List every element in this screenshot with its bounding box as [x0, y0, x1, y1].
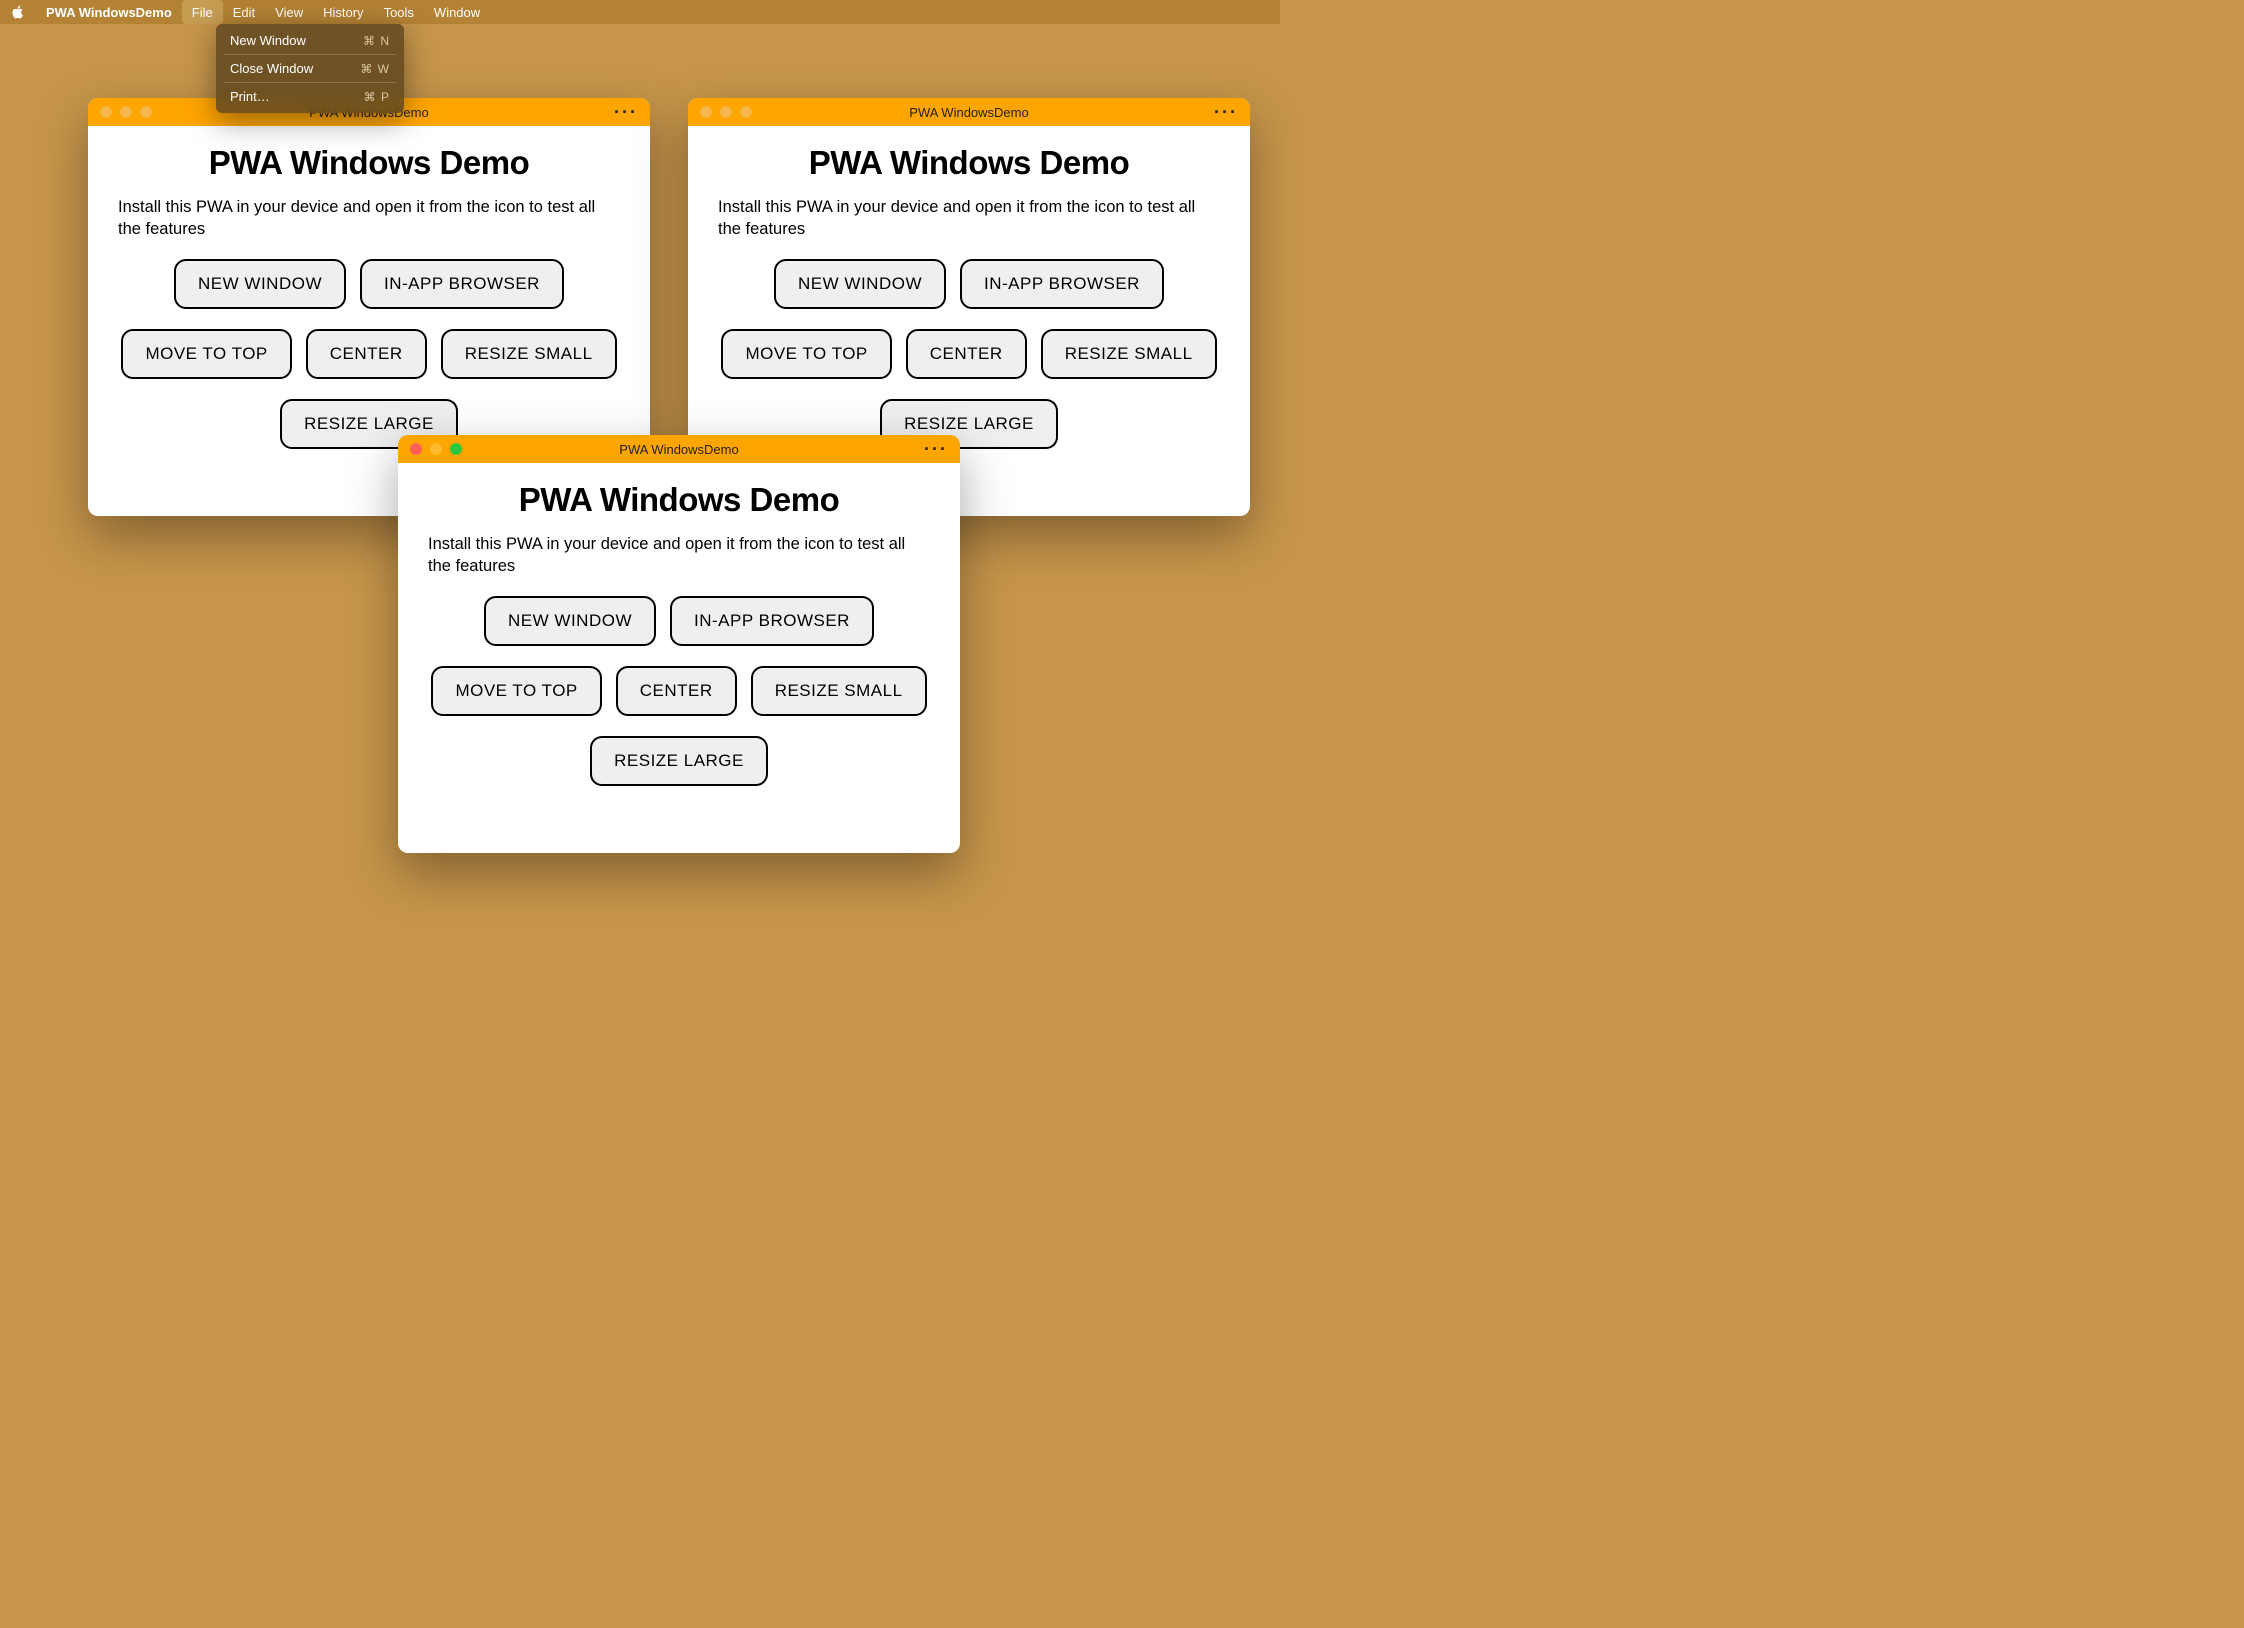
in-app-browser-button[interactable]: IN-APP BROWSER [960, 259, 1164, 309]
center-button[interactable]: CENTER [906, 329, 1027, 379]
resize-small-button[interactable]: RESIZE SMALL [1041, 329, 1217, 379]
close-icon[interactable] [700, 106, 712, 118]
menu-item-label: Close Window [230, 61, 313, 76]
traffic-lights [700, 106, 752, 118]
resize-small-button[interactable]: RESIZE SMALL [751, 666, 927, 716]
button-grid: NEW WINDOW IN-APP BROWSER MOVE TO TOP CE… [428, 596, 930, 786]
app-window-focused: PWA WindowsDemo ··· PWA Windows Demo Ins… [398, 435, 960, 853]
menu-separator [224, 82, 396, 83]
traffic-lights [410, 443, 462, 455]
page-description: Install this PWA in your device and open… [118, 196, 620, 241]
file-menu-new-window[interactable]: New Window ⌘ N [216, 29, 404, 52]
window-content: PWA Windows Demo Install this PWA in you… [398, 463, 960, 816]
move-to-top-button[interactable]: MOVE TO TOP [121, 329, 291, 379]
menu-item-label: Print… [230, 89, 270, 104]
window-more-icon[interactable]: ··· [614, 102, 638, 123]
window-titlebar[interactable]: PWA WindowsDemo ··· [688, 98, 1250, 126]
maximize-icon[interactable] [140, 106, 152, 118]
close-icon[interactable] [410, 443, 422, 455]
apple-logo-icon[interactable] [8, 2, 28, 22]
window-more-icon[interactable]: ··· [1214, 102, 1238, 123]
resize-large-button[interactable]: RESIZE LARGE [590, 736, 768, 786]
center-button[interactable]: CENTER [306, 329, 427, 379]
menu-separator [224, 54, 396, 55]
menu-item-shortcut: ⌘ N [363, 34, 390, 48]
page-title: PWA Windows Demo [428, 481, 930, 519]
menubar-item-window[interactable]: Window [424, 0, 490, 24]
menubar-item-tools[interactable]: Tools [374, 0, 424, 24]
page-description: Install this PWA in your device and open… [428, 533, 930, 578]
new-window-button[interactable]: NEW WINDOW [484, 596, 656, 646]
traffic-lights [100, 106, 152, 118]
minimize-icon[interactable] [120, 106, 132, 118]
menu-item-label: New Window [230, 33, 306, 48]
minimize-icon[interactable] [720, 106, 732, 118]
center-button[interactable]: CENTER [616, 666, 737, 716]
new-window-button[interactable]: NEW WINDOW [774, 259, 946, 309]
page-title: PWA Windows Demo [118, 144, 620, 182]
resize-small-button[interactable]: RESIZE SMALL [441, 329, 617, 379]
file-menu-print[interactable]: Print… ⌘ P [216, 85, 404, 108]
in-app-browser-button[interactable]: IN-APP BROWSER [360, 259, 564, 309]
new-window-button[interactable]: NEW WINDOW [174, 259, 346, 309]
window-titlebar[interactable]: PWA WindowsDemo ··· [398, 435, 960, 463]
move-to-top-button[interactable]: MOVE TO TOP [721, 329, 891, 379]
page-title: PWA Windows Demo [718, 144, 1220, 182]
menu-item-shortcut: ⌘ P [364, 90, 390, 104]
window-content: PWA Windows Demo Install this PWA in you… [688, 126, 1250, 479]
menubar-app-name[interactable]: PWA WindowsDemo [36, 0, 182, 24]
page-description: Install this PWA in your device and open… [718, 196, 1220, 241]
minimize-icon[interactable] [430, 443, 442, 455]
in-app-browser-button[interactable]: IN-APP BROWSER [670, 596, 874, 646]
button-grid: NEW WINDOW IN-APP BROWSER MOVE TO TOP CE… [718, 259, 1220, 449]
file-menu-close-window[interactable]: Close Window ⌘ W [216, 57, 404, 80]
menubar-item-edit[interactable]: Edit [223, 0, 265, 24]
move-to-top-button[interactable]: MOVE TO TOP [431, 666, 601, 716]
window-title: PWA WindowsDemo [688, 105, 1250, 120]
button-grid: NEW WINDOW IN-APP BROWSER MOVE TO TOP CE… [118, 259, 620, 449]
menubar-item-history[interactable]: History [313, 0, 373, 24]
menu-item-shortcut: ⌘ W [360, 62, 390, 76]
menubar-item-file[interactable]: File [182, 0, 223, 24]
maximize-icon[interactable] [450, 443, 462, 455]
menubar: PWA WindowsDemo File Edit View History T… [0, 0, 1280, 24]
window-more-icon[interactable]: ··· [924, 439, 948, 460]
maximize-icon[interactable] [740, 106, 752, 118]
window-title: PWA WindowsDemo [398, 442, 960, 457]
file-menu-dropdown: New Window ⌘ N Close Window ⌘ W Print… ⌘… [216, 24, 404, 113]
window-content: PWA Windows Demo Install this PWA in you… [88, 126, 650, 479]
close-icon[interactable] [100, 106, 112, 118]
menubar-item-view[interactable]: View [265, 0, 313, 24]
